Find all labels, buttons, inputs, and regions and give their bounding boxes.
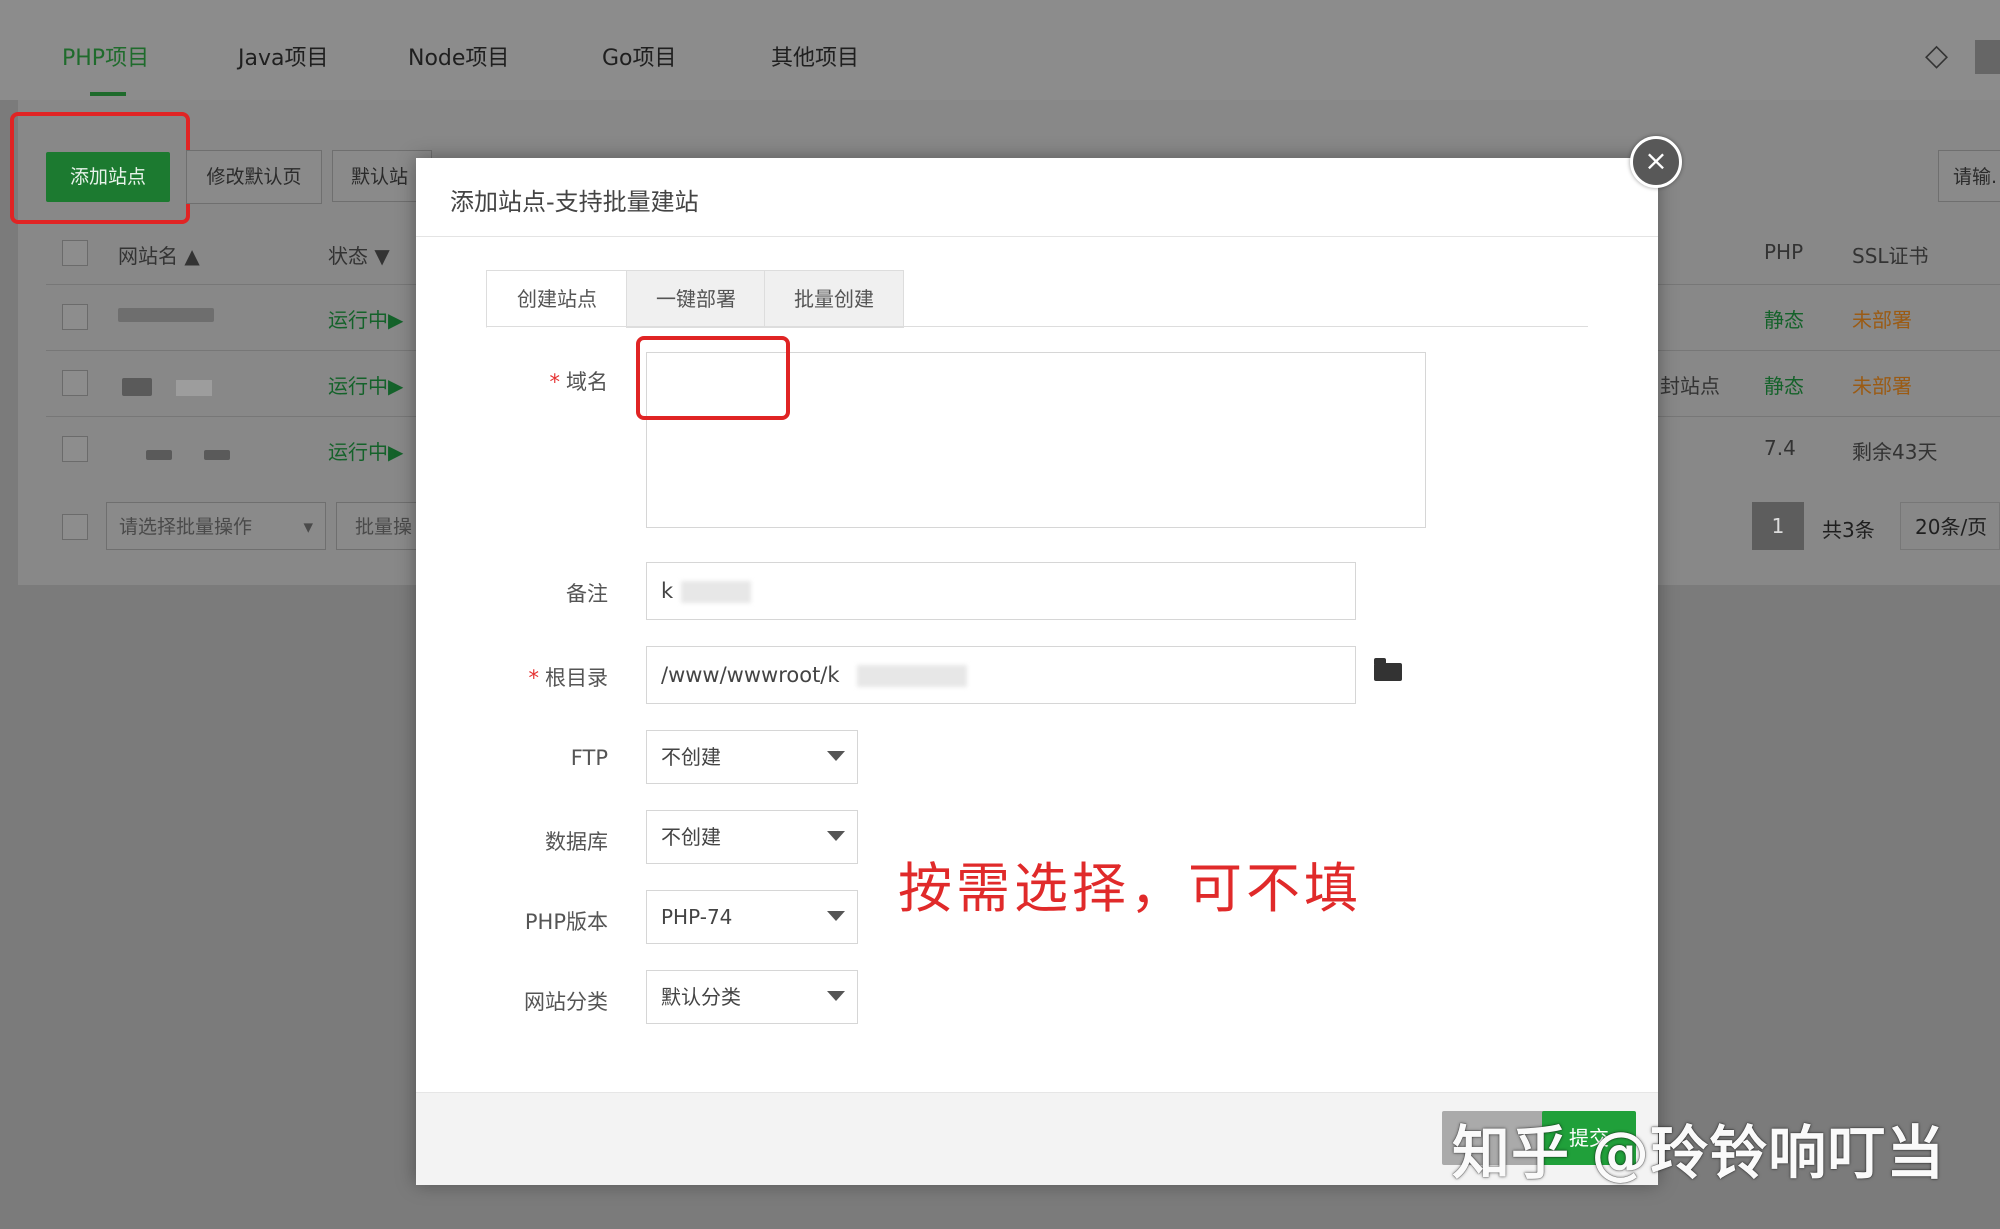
header-site-name[interactable]: 网站名 ▲ bbox=[118, 240, 200, 269]
row-ssl[interactable]: 未部署 bbox=[1852, 370, 1912, 399]
header-php: PHP bbox=[1764, 240, 1804, 264]
row-status[interactable]: 运行中▶ bbox=[328, 436, 403, 465]
database-select[interactable]: 不创建 bbox=[646, 810, 858, 864]
caret-down-icon bbox=[827, 831, 845, 841]
domain-label: * 域名 bbox=[549, 370, 609, 394]
batch-select-checkbox[interactable] bbox=[62, 514, 88, 540]
site-category-select-value: 默认分类 bbox=[661, 985, 741, 1009]
caret-down-icon bbox=[827, 991, 845, 1001]
php-version-label: PHP版本 bbox=[524, 910, 608, 934]
batch-operation-select[interactable]: 请选择批量操作 ▾ bbox=[106, 502, 326, 550]
remark-label: 备注 bbox=[566, 582, 608, 606]
php-version-select[interactable]: PHP-74 bbox=[646, 890, 858, 944]
header-ssl: SSL证书 bbox=[1852, 244, 1929, 268]
tab-go-project[interactable]: Go项目 bbox=[602, 40, 677, 72]
tab-java-project[interactable]: Java项目 bbox=[238, 40, 328, 72]
header-divider bbox=[416, 236, 1658, 237]
dialog-title: 添加站点-支持批量建站 bbox=[450, 188, 699, 216]
php-version-select-value: PHP-74 bbox=[661, 905, 733, 929]
caret-down-icon bbox=[827, 911, 845, 921]
row-note: 封站点 bbox=[1660, 374, 1720, 398]
site-name-blurred bbox=[122, 378, 152, 396]
zhihu-watermark: 知乎 @玲铃响叮当 bbox=[1452, 1119, 1946, 1187]
chevron-down-icon: ▾ bbox=[303, 516, 313, 538]
folder-open-icon[interactable] bbox=[1374, 658, 1402, 681]
remark-input[interactable]: k bbox=[646, 562, 1356, 620]
root-dir-blurred bbox=[857, 665, 967, 687]
search-input[interactable]: 请输. bbox=[1938, 150, 2000, 202]
page-size-select[interactable]: 20条/页 bbox=[1900, 502, 2000, 550]
tabs-divider bbox=[486, 326, 1588, 327]
tab-create-site[interactable]: 创建站点 bbox=[486, 270, 628, 328]
database-select-value: 不创建 bbox=[661, 825, 721, 849]
active-tab-indicator bbox=[90, 92, 126, 96]
row-status[interactable]: 运行中▶ bbox=[328, 370, 403, 399]
row-php: 静态 bbox=[1764, 374, 1804, 398]
diamond-icon: ◇ bbox=[1925, 38, 1949, 73]
database-label: 数据库 bbox=[545, 830, 608, 854]
project-type-bar: PHP项目 Java项目 Node项目 Go项目 其他项目 ◇ bbox=[0, 0, 2000, 100]
root-dir-value: /www/wwwroot/k bbox=[661, 663, 840, 687]
enterprise-chip bbox=[1975, 40, 2000, 74]
site-name-blurred bbox=[176, 380, 212, 396]
remark-value: k bbox=[661, 579, 674, 603]
row-php: 7.4 bbox=[1764, 436, 1796, 460]
row-ssl[interactable]: 剩余43天 bbox=[1852, 436, 1937, 465]
root-dir-input[interactable]: /www/wwwroot/k bbox=[646, 646, 1356, 704]
site-category-select[interactable]: 默认分类 bbox=[646, 970, 858, 1024]
site-name-blurred bbox=[146, 450, 172, 460]
tab-batch-create[interactable]: 批量创建 bbox=[764, 270, 904, 328]
add-site-dialog: 添加站点-支持批量建站 创建站点 一键部署 批量创建 * 域名 备注 k * 根目录… bbox=[416, 158, 1658, 1185]
site-category-label: 网站分类 bbox=[524, 990, 608, 1014]
page-total: 共3条 bbox=[1822, 518, 1875, 542]
highlight-domain bbox=[636, 336, 790, 420]
batch-operation-placeholder: 请选择批量操作 bbox=[119, 516, 253, 538]
row-checkbox[interactable] bbox=[62, 370, 88, 396]
annotation-optional-text: 按需选择，可不填 bbox=[898, 857, 1362, 920]
site-name-blurred bbox=[118, 308, 214, 322]
add-site-button[interactable]: 添加站点 bbox=[46, 152, 170, 202]
tab-php-project[interactable]: PHP项目 bbox=[62, 40, 149, 72]
site-name-blurred bbox=[204, 450, 230, 460]
batch-operation-button[interactable]: 批量操 bbox=[336, 502, 422, 550]
enterprise-badge[interactable]: ◇ bbox=[1925, 36, 2000, 76]
ftp-select[interactable]: 不创建 bbox=[646, 730, 858, 784]
header-status[interactable]: 状态 ▼ bbox=[328, 240, 390, 269]
row-checkbox[interactable] bbox=[62, 436, 88, 462]
select-all-checkbox[interactable] bbox=[62, 240, 88, 266]
row-ssl[interactable]: 未部署 bbox=[1852, 304, 1912, 333]
caret-down-icon bbox=[827, 751, 845, 761]
row-php: 静态 bbox=[1764, 308, 1804, 332]
ftp-label: FTP bbox=[570, 746, 608, 770]
tab-node-project[interactable]: Node项目 bbox=[408, 40, 509, 72]
tab-other-project[interactable]: 其他项目 bbox=[771, 40, 859, 72]
row-checkbox[interactable] bbox=[62, 304, 88, 330]
root-dir-label: * 根目录 bbox=[528, 666, 609, 690]
close-icon[interactable]: × bbox=[1630, 136, 1682, 188]
edit-default-page-button[interactable]: 修改默认页 bbox=[186, 150, 322, 204]
remark-blurred bbox=[681, 581, 751, 603]
page-current[interactable]: 1 bbox=[1752, 502, 1804, 550]
ftp-select-value: 不创建 bbox=[661, 745, 721, 769]
row-status[interactable]: 运行中▶ bbox=[328, 304, 403, 333]
tab-one-click-deploy[interactable]: 一键部署 bbox=[626, 270, 766, 328]
